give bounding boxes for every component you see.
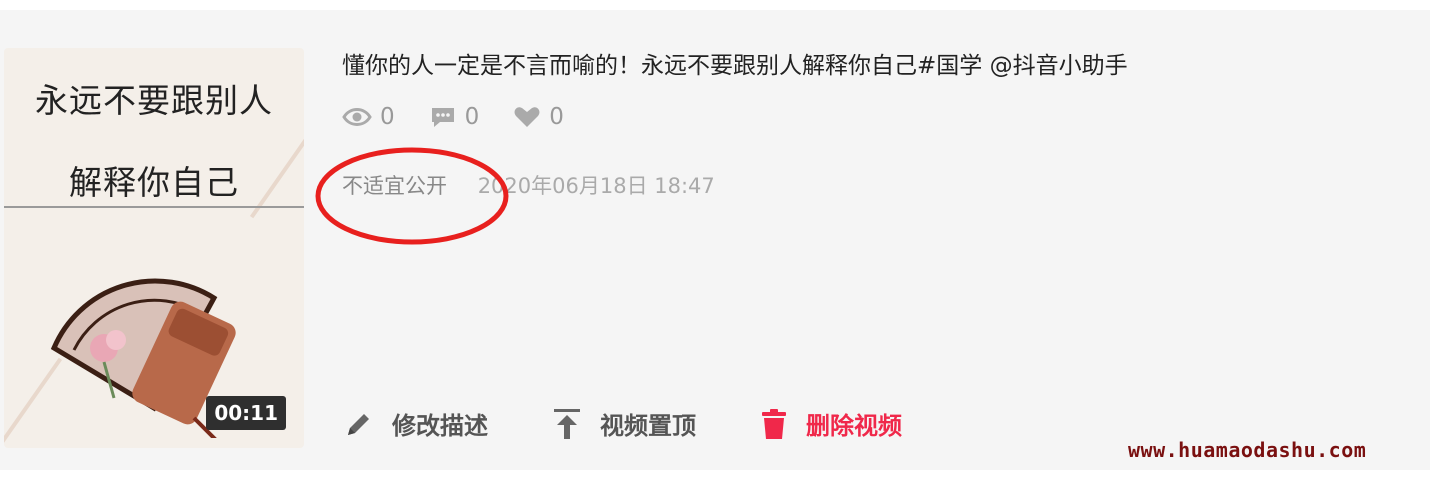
thumbnail-divider <box>4 206 304 208</box>
likes-stat: 0 <box>513 104 564 130</box>
eye-icon <box>342 108 372 126</box>
comments-count: 0 <box>464 104 480 130</box>
site-watermark: www.huamaodashu.com <box>1128 438 1367 462</box>
comments-stat: 0 <box>429 104 480 130</box>
delete-video-label: 删除视频 <box>806 412 902 440</box>
annotation-circle <box>315 147 509 245</box>
video-thumbnail[interactable]: 永远不要跟别人 解释你自己 00:11 <box>4 48 304 448</box>
pencil-icon <box>348 413 369 435</box>
edit-description-label: 修改描述 <box>392 412 488 440</box>
heart-icon <box>514 107 540 127</box>
edit-description-button[interactable]: 修改描述 <box>344 406 488 441</box>
video-actions: 修改描述 视频置顶 删除视频 <box>344 406 966 441</box>
video-stats: 0 0 0 <box>342 104 598 130</box>
comment-icon <box>431 108 454 127</box>
trash-icon <box>762 408 786 439</box>
pin-top-icon <box>554 408 580 439</box>
thumbnail-caption-line1: 永远不要跟别人 <box>35 81 273 120</box>
video-card: 永远不要跟别人 解释你自己 00:11 懂你的人一定是不言而喻的！永远不要跟别人… <box>0 10 1430 470</box>
delete-video-button[interactable]: 删除视频 <box>760 406 902 441</box>
pin-video-label: 视频置顶 <box>600 412 696 440</box>
thumbnail-caption-line2: 解释你自己 <box>69 163 239 202</box>
views-count: 0 <box>380 104 395 130</box>
pin-video-button[interactable]: 视频置顶 <box>552 406 696 441</box>
likes-count: 0 <box>549 104 564 130</box>
video-title[interactable]: 懂你的人一定是不言而喻的！永远不要跟别人解释你自己#国学 @抖音小助手 <box>342 46 1128 80</box>
video-duration-badge: 00:11 <box>206 396 286 430</box>
views-stat: 0 <box>342 104 395 130</box>
